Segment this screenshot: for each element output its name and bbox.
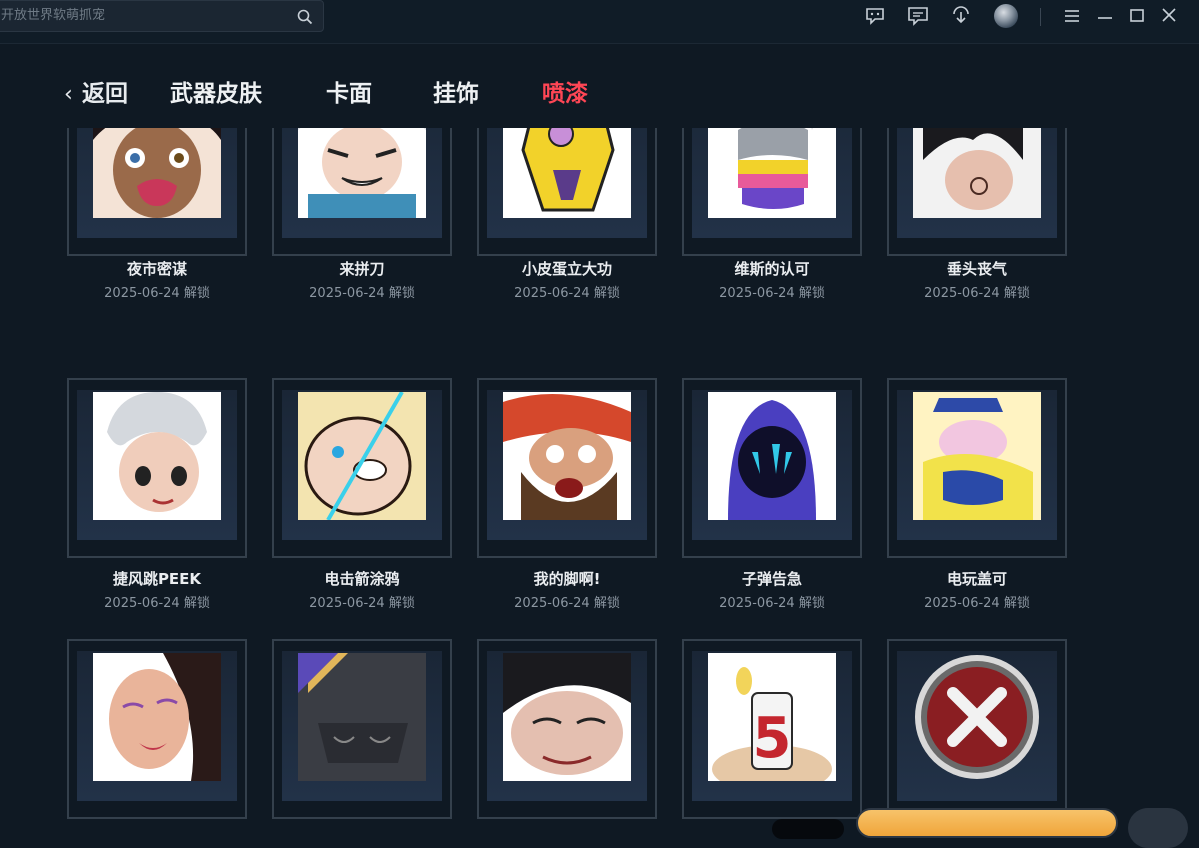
spray-name: 维斯的认可 xyxy=(734,260,810,278)
spray-unlock-date: 2025-06-24 解锁 xyxy=(719,596,825,611)
spray-frame xyxy=(67,128,247,256)
message-icon[interactable] xyxy=(907,6,929,26)
spray-card[interactable]: 来拼刀 2025-06-24 解锁 xyxy=(272,128,452,301)
spray-card[interactable] xyxy=(887,639,1067,819)
spray-frame xyxy=(887,639,1067,819)
error-placeholder-icon xyxy=(915,655,1039,779)
spray-card[interactable]: 电玩盖可 2025-06-24 解锁 xyxy=(887,378,1067,611)
spray-image xyxy=(913,128,1041,218)
tab-sprays[interactable]: 喷漆 xyxy=(542,74,588,108)
spray-image xyxy=(503,392,631,520)
title-bar: 开放世界软萌抓宠 xyxy=(0,0,1199,44)
spray-unlock-date: 2025-06-24 解锁 xyxy=(309,286,415,301)
spray-name: 捷风跳PEEK xyxy=(112,570,202,588)
svg-text:5: 5 xyxy=(753,706,792,771)
spray-unlock-date: 2025-06-24 解锁 xyxy=(309,596,415,611)
spray-frame xyxy=(477,128,657,256)
spray-frame xyxy=(682,128,862,256)
spray-name: 垂头丧气 xyxy=(946,260,1007,278)
spray-image xyxy=(503,128,631,218)
download-icon[interactable] xyxy=(950,6,972,26)
spray-name: 夜市密谋 xyxy=(126,260,187,278)
back-label: 返回 xyxy=(82,81,128,107)
tab-cards[interactable]: 卡面 xyxy=(326,74,372,108)
category-nav: ‹ 返回 武器皮肤 卡面 挂饰 喷漆 xyxy=(0,70,1199,114)
search-icon[interactable] xyxy=(297,9,313,25)
spray-frame xyxy=(67,639,247,819)
spray-card[interactable] xyxy=(477,639,657,819)
spray-name: 电击箭涂鸦 xyxy=(324,570,400,588)
spray-frame xyxy=(272,128,452,256)
spray-frame xyxy=(477,378,657,558)
search-input[interactable]: 开放世界软萌抓宠 xyxy=(1,8,105,23)
spray-image xyxy=(913,392,1041,520)
bottom-action-button[interactable] xyxy=(856,808,1118,838)
spray-image xyxy=(708,128,836,218)
spray-frame xyxy=(477,639,657,819)
spray-frame xyxy=(272,378,452,558)
spray-image xyxy=(708,392,836,520)
spray-unlock-date: 2025-06-24 解锁 xyxy=(924,596,1030,611)
spray-unlock-date: 2025-06-24 解锁 xyxy=(514,596,620,611)
spray-card[interactable]: 小皮蛋立大功 2025-06-24 解锁 xyxy=(477,128,657,301)
spray-card[interactable]: 5 xyxy=(682,639,862,819)
spray-card[interactable]: 垂头丧气 2025-06-24 解锁 xyxy=(887,128,1067,301)
spray-image xyxy=(503,653,631,781)
spray-name: 我的脚啊! xyxy=(533,570,601,588)
spray-image: 5 xyxy=(708,653,836,781)
spray-unlock-date: 2025-06-24 解锁 xyxy=(104,286,210,301)
spray-image xyxy=(298,392,426,520)
search-box[interactable]: 开放世界软萌抓宠 xyxy=(0,0,324,32)
back-button[interactable]: ‹ 返回 xyxy=(64,74,128,108)
spray-frame xyxy=(272,639,452,819)
bottom-round-button[interactable] xyxy=(1128,808,1188,848)
chat-bubble-icon[interactable] xyxy=(864,6,886,26)
spray-unlock-date: 2025-06-24 解锁 xyxy=(104,596,210,611)
spray-frame xyxy=(67,378,247,558)
minimize-icon[interactable] xyxy=(1094,6,1116,26)
menu-icon[interactable] xyxy=(1061,6,1083,26)
spray-image xyxy=(93,128,221,218)
spray-image xyxy=(93,653,221,781)
spray-card[interactable] xyxy=(67,639,247,819)
toolbar-divider xyxy=(1040,8,1041,26)
spray-card[interactable]: 维斯的认可 2025-06-24 解锁 xyxy=(682,128,862,301)
spray-image xyxy=(298,128,426,218)
avatar[interactable] xyxy=(994,4,1018,28)
spray-card[interactable]: 我的脚啊! 2025-06-24 解锁 xyxy=(477,378,657,611)
spray-grid: 夜市密谋 2025-06-24 解锁 来拼刀 2025-06-24 解锁 小皮蛋… xyxy=(0,128,1199,829)
spray-card[interactable]: 夜市密谋 2025-06-24 解锁 xyxy=(67,128,247,301)
spray-unlock-date: 2025-06-24 解锁 xyxy=(719,286,825,301)
spray-card[interactable]: 子弹告急 2025-06-24 解锁 xyxy=(682,378,862,611)
tab-charms[interactable]: 挂饰 xyxy=(433,74,479,108)
spray-unlock-date: 2025-06-24 解锁 xyxy=(514,286,620,301)
close-icon[interactable] xyxy=(1158,6,1180,26)
spray-frame: 5 xyxy=(682,639,862,819)
spray-image xyxy=(93,392,221,520)
spray-name: 子弹告急 xyxy=(741,570,802,588)
spray-card[interactable]: 电击箭涂鸦 2025-06-24 解锁 xyxy=(272,378,452,611)
spray-card[interactable] xyxy=(272,639,452,819)
spray-card[interactable]: 捷风跳PEEK 2025-06-24 解锁 xyxy=(67,378,247,611)
spray-name: 来拼刀 xyxy=(339,260,385,278)
maximize-icon[interactable] xyxy=(1126,6,1148,26)
spray-frame xyxy=(887,128,1067,256)
spray-name: 小皮蛋立大功 xyxy=(521,260,612,278)
tab-weapon-skins[interactable]: 武器皮肤 xyxy=(170,74,262,108)
chevron-left-icon: ‹ xyxy=(64,82,73,107)
spray-image xyxy=(298,653,426,781)
spray-frame xyxy=(682,378,862,558)
spray-name: 电玩盖可 xyxy=(946,570,1007,588)
spray-unlock-date: 2025-06-24 解锁 xyxy=(924,286,1030,301)
spray-frame xyxy=(887,378,1067,558)
bottom-dark-button[interactable] xyxy=(772,819,844,839)
